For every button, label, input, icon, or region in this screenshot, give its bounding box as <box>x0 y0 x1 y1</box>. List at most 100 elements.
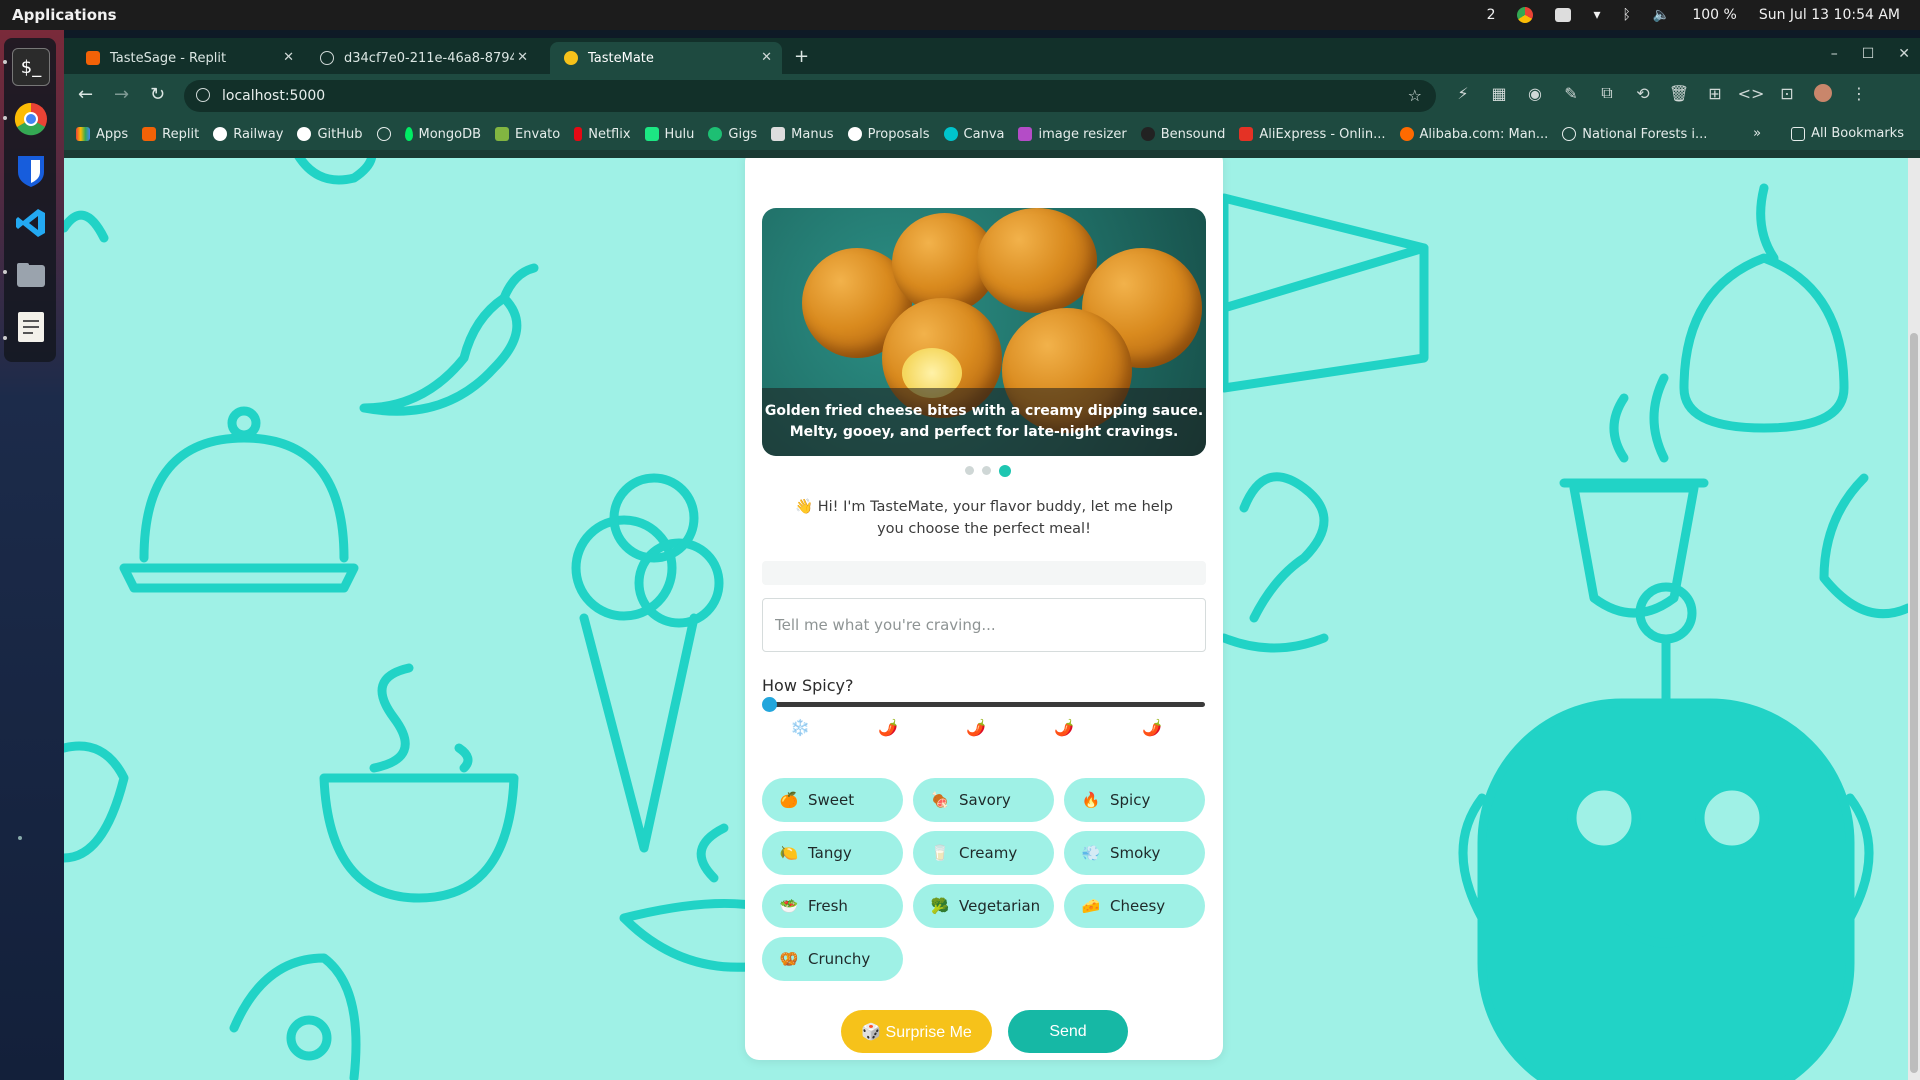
craving-input[interactable] <box>762 598 1206 652</box>
flavor-chip-savory[interactable]: 🍖 Savory <box>913 778 1054 822</box>
bookmark-envato[interactable]: Envato <box>495 127 560 142</box>
bluetooth-icon[interactable]: ᛒ <box>1623 7 1631 23</box>
tab-uuid-page[interactable]: d34cf7e0-211e-46a8-8794-b2 ✕ <box>306 42 538 74</box>
bookmark-aliexpress[interactable]: AliExpress - Onlin... <box>1239 127 1386 142</box>
tab-search-icon[interactable]: ⊡ <box>1778 84 1796 103</box>
bookmark-netflix[interactable]: Netflix <box>574 127 631 142</box>
bensound-icon <box>1140 127 1155 141</box>
bookmark-github[interactable]: GitHub <box>297 127 363 142</box>
fire-icon: 🔥 <box>1081 791 1101 809</box>
surprise-me-button[interactable]: 🎲 Surprise Me <box>841 1010 992 1053</box>
text-editor-icon[interactable] <box>12 308 50 346</box>
carousel-dot[interactable] <box>982 466 991 475</box>
bookmark-national-forests[interactable]: National Forests i... <box>1562 127 1707 142</box>
bookmark-hulu[interactable]: Hulu <box>644 127 694 142</box>
bookmark-proposals[interactable]: Proposals <box>847 127 930 142</box>
profile-avatar[interactable] <box>1814 84 1832 102</box>
tab-tastesage-replit[interactable]: TasteSage - Replit ✕ <box>72 42 304 74</box>
page-scrollbar[interactable] <box>1908 158 1920 1080</box>
address-bar[interactable]: localhost:5000 ☆ <box>184 80 1436 112</box>
chip-label: Sweet <box>808 791 855 809</box>
manus-icon <box>771 127 786 141</box>
bookmark-railway[interactable]: Railway <box>213 127 283 142</box>
site-info-icon[interactable] <box>196 88 210 102</box>
puzzle-icon[interactable]: ⧉ <box>1598 83 1616 102</box>
maximize-icon[interactable]: ☐ <box>1862 46 1875 62</box>
close-tab-icon[interactable]: ✕ <box>761 50 772 65</box>
url-text: localhost:5000 <box>222 88 326 104</box>
flavor-chip-tangy[interactable]: 🍋 Tangy <box>762 831 903 875</box>
send-button[interactable]: Send <box>1008 1010 1128 1053</box>
alibaba-icon <box>1399 127 1414 141</box>
bookmark-globe[interactable] <box>376 127 391 141</box>
close-tab-icon[interactable]: ✕ <box>517 50 528 65</box>
carousel-dot[interactable] <box>965 466 974 475</box>
carousel-dot-active[interactable] <box>999 465 1011 477</box>
all-bookmarks-folder[interactable]: All Bookmarks <box>1791 126 1904 141</box>
flavor-chip-cheesy[interactable]: 🧀 Cheesy <box>1064 884 1205 928</box>
bookmark-mongodb[interactable]: MongoDB <box>404 127 481 142</box>
chrome-icon[interactable] <box>12 100 50 138</box>
flavor-chip-sweet[interactable]: 🍊 Sweet <box>762 778 903 822</box>
flavor-chip-smoky[interactable]: 💨 Smoky <box>1064 831 1205 875</box>
tab-label: d34cf7e0-211e-46a8-8794-b2 <box>344 50 514 66</box>
page-viewport: Golden fried cheese bites with a creamy … <box>64 158 1908 1080</box>
minimize-icon[interactable]: – <box>1831 46 1838 62</box>
vscode-icon[interactable] <box>12 204 50 242</box>
bookmark-image-resizer[interactable]: image resizer <box>1018 127 1127 142</box>
bookmark-canva[interactable]: Canva <box>943 127 1004 142</box>
camera-icon[interactable]: ◉ <box>1526 84 1544 103</box>
forward-icon[interactable]: → <box>114 84 129 105</box>
dock-dot <box>18 836 22 840</box>
globe-favicon <box>320 51 334 65</box>
terminal-icon[interactable]: $_ <box>12 48 50 86</box>
clock[interactable]: Sun Jul 13 10:54 AM <box>1759 7 1900 23</box>
scrollbar-thumb[interactable] <box>1910 333 1918 1073</box>
workspace-indicator[interactable]: 2 <box>1487 7 1496 23</box>
files-icon[interactable] <box>12 256 50 294</box>
new-tab-icon[interactable]: + <box>794 46 809 67</box>
extension-icon[interactable]: ▦ <box>1490 84 1508 103</box>
bookmark-replit[interactable]: Replit <box>142 127 199 142</box>
railway-icon <box>213 127 228 141</box>
extension-icon[interactable]: ⚡ <box>1454 84 1472 103</box>
spice-slider[interactable] <box>767 702 1205 707</box>
battery-status[interactable]: 100 % <box>1692 7 1736 23</box>
spice-slider-thumb[interactable] <box>762 697 777 712</box>
more-bookmarks-icon[interactable]: » <box>1753 126 1761 141</box>
flavor-chip-vegetarian[interactable]: 🥦 Vegetarian <box>913 884 1054 928</box>
applications-menu[interactable]: Applications <box>0 6 117 24</box>
trash-icon[interactable]: 🗑 <box>1669 84 1689 103</box>
github-icon <box>297 127 312 141</box>
back-icon[interactable]: ← <box>78 84 93 105</box>
menu-icon[interactable]: ⋮ <box>1850 84 1868 103</box>
flavor-chip-spicy[interactable]: 🔥 Spicy <box>1064 778 1205 822</box>
window-switcher-icon[interactable] <box>1555 8 1572 22</box>
bookmark-bensound[interactable]: Bensound <box>1140 127 1225 142</box>
wifi-icon[interactable]: ▾ <box>1593 7 1600 23</box>
bookmark-apps[interactable]: Apps <box>76 127 128 142</box>
cake-slice-doodle <box>1219 193 1429 313</box>
code-icon[interactable]: <> <box>1738 84 1765 103</box>
flavor-chip-fresh[interactable]: 🥗 Fresh <box>762 884 903 928</box>
grid-icon[interactable]: ⊞ <box>1706 84 1724 103</box>
netflix-icon <box>574 127 583 141</box>
close-tab-icon[interactable]: ✕ <box>283 50 294 65</box>
bookmark-alibaba[interactable]: Alibaba.com: Man... <box>1399 127 1548 142</box>
tab-tastemate[interactable]: TasteMate ✕ <box>550 42 782 74</box>
bitwarden-icon[interactable] <box>12 152 50 190</box>
flavor-chip-creamy[interactable]: 🥛 Creamy <box>913 831 1054 875</box>
bookmark-manus[interactable]: Manus <box>771 127 834 142</box>
greeting-message: 👋 Hi! I'm TasteMate, your flavor buddy, … <box>795 499 1173 537</box>
eyedropper-icon[interactable]: ✎ <box>1562 84 1580 103</box>
history-icon[interactable]: ⟲ <box>1634 84 1652 103</box>
chrome-tray-icon[interactable] <box>1517 7 1534 23</box>
food-carousel-image[interactable]: Golden fried cheese bites with a creamy … <box>762 208 1206 456</box>
bookmark-star-icon[interactable]: ☆ <box>1408 86 1422 105</box>
volume-icon[interactable]: 🔈 <box>1653 7 1670 23</box>
flavor-chip-crunchy[interactable]: 🥨 Crunchy <box>762 937 903 981</box>
bookmark-gigs[interactable]: Gigs <box>708 127 757 142</box>
close-window-icon[interactable]: ✕ <box>1898 46 1910 62</box>
folder-icon <box>1791 126 1806 141</box>
reload-icon[interactable]: ↻ <box>150 84 165 105</box>
